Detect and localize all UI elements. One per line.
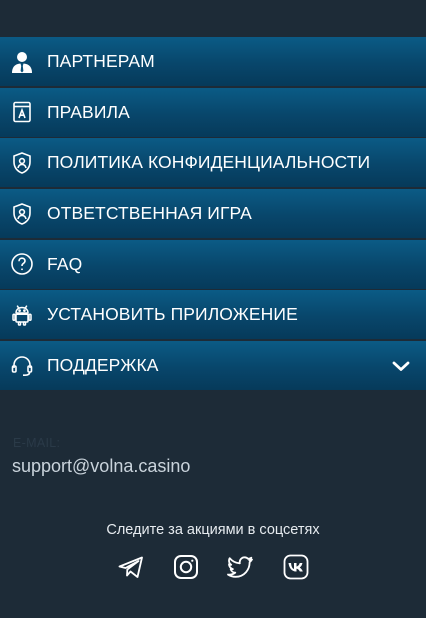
menu-item-label: ПРАВИЛА xyxy=(47,101,130,122)
twitter-icon[interactable] xyxy=(226,553,255,581)
menu-item-partners[interactable]: ПАРТНЕРАМ xyxy=(0,37,426,86)
menu-item-label: УСТАНОВИТЬ ПРИЛОЖЕНИЕ xyxy=(47,304,298,325)
menu-item-faq[interactable]: FAQ xyxy=(0,239,426,289)
instagram-icon[interactable] xyxy=(172,553,200,581)
email-link[interactable]: support@volna.casino xyxy=(12,456,190,477)
chevron-down-icon[interactable] xyxy=(390,355,412,377)
social-links xyxy=(0,553,426,581)
email-label: E-MAIL: xyxy=(13,436,61,450)
menu-item-label: ОТВЕТСТВЕННАЯ ИГРА xyxy=(47,203,252,224)
menu-item-privacy-policy[interactable]: ПОЛИТИКА КОНФИДЕНЦИАЛЬНОСТИ xyxy=(0,138,426,188)
menu-item-label: FAQ xyxy=(47,253,83,274)
main-menu: ПАРТНЕРАМ ПРАВИЛА ПОЛИТИКА КОНФИДЕНЦИАЛЬ… xyxy=(0,37,426,392)
telegram-icon[interactable] xyxy=(117,553,145,581)
shield-user-icon xyxy=(10,202,34,226)
partner-person-icon xyxy=(10,50,34,74)
android-icon xyxy=(10,303,34,327)
shield-user-icon xyxy=(10,151,34,175)
rules-book-icon xyxy=(10,100,34,124)
menu-item-responsible-gaming[interactable]: ОТВЕТСТВЕННАЯ ИГРА xyxy=(0,189,426,239)
menu-item-support[interactable]: ПОДДЕРЖКА xyxy=(0,341,426,391)
social-title: Следите за акциями в соцсетях xyxy=(106,522,320,538)
menu-item-rules[interactable]: ПРАВИЛА xyxy=(0,87,426,137)
side-menu-page: ПАРТНЕРАМ ПРАВИЛА ПОЛИТИКА КОНФИДЕНЦИАЛЬ… xyxy=(0,0,426,618)
menu-item-install-app[interactable]: УСТАНОВИТЬ ПРИЛОЖЕНИЕ xyxy=(0,290,426,340)
menu-item-label: ПАРТНЕРАМ xyxy=(47,51,155,71)
menu-item-label: ПОЛИТИКА КОНФИДЕНЦИАЛЬНОСТИ xyxy=(47,152,371,173)
vk-icon[interactable] xyxy=(282,553,310,581)
menu-item-label: ПОДДЕРЖКА xyxy=(47,355,159,376)
question-circle-icon xyxy=(10,252,34,276)
headset-icon xyxy=(10,354,34,378)
